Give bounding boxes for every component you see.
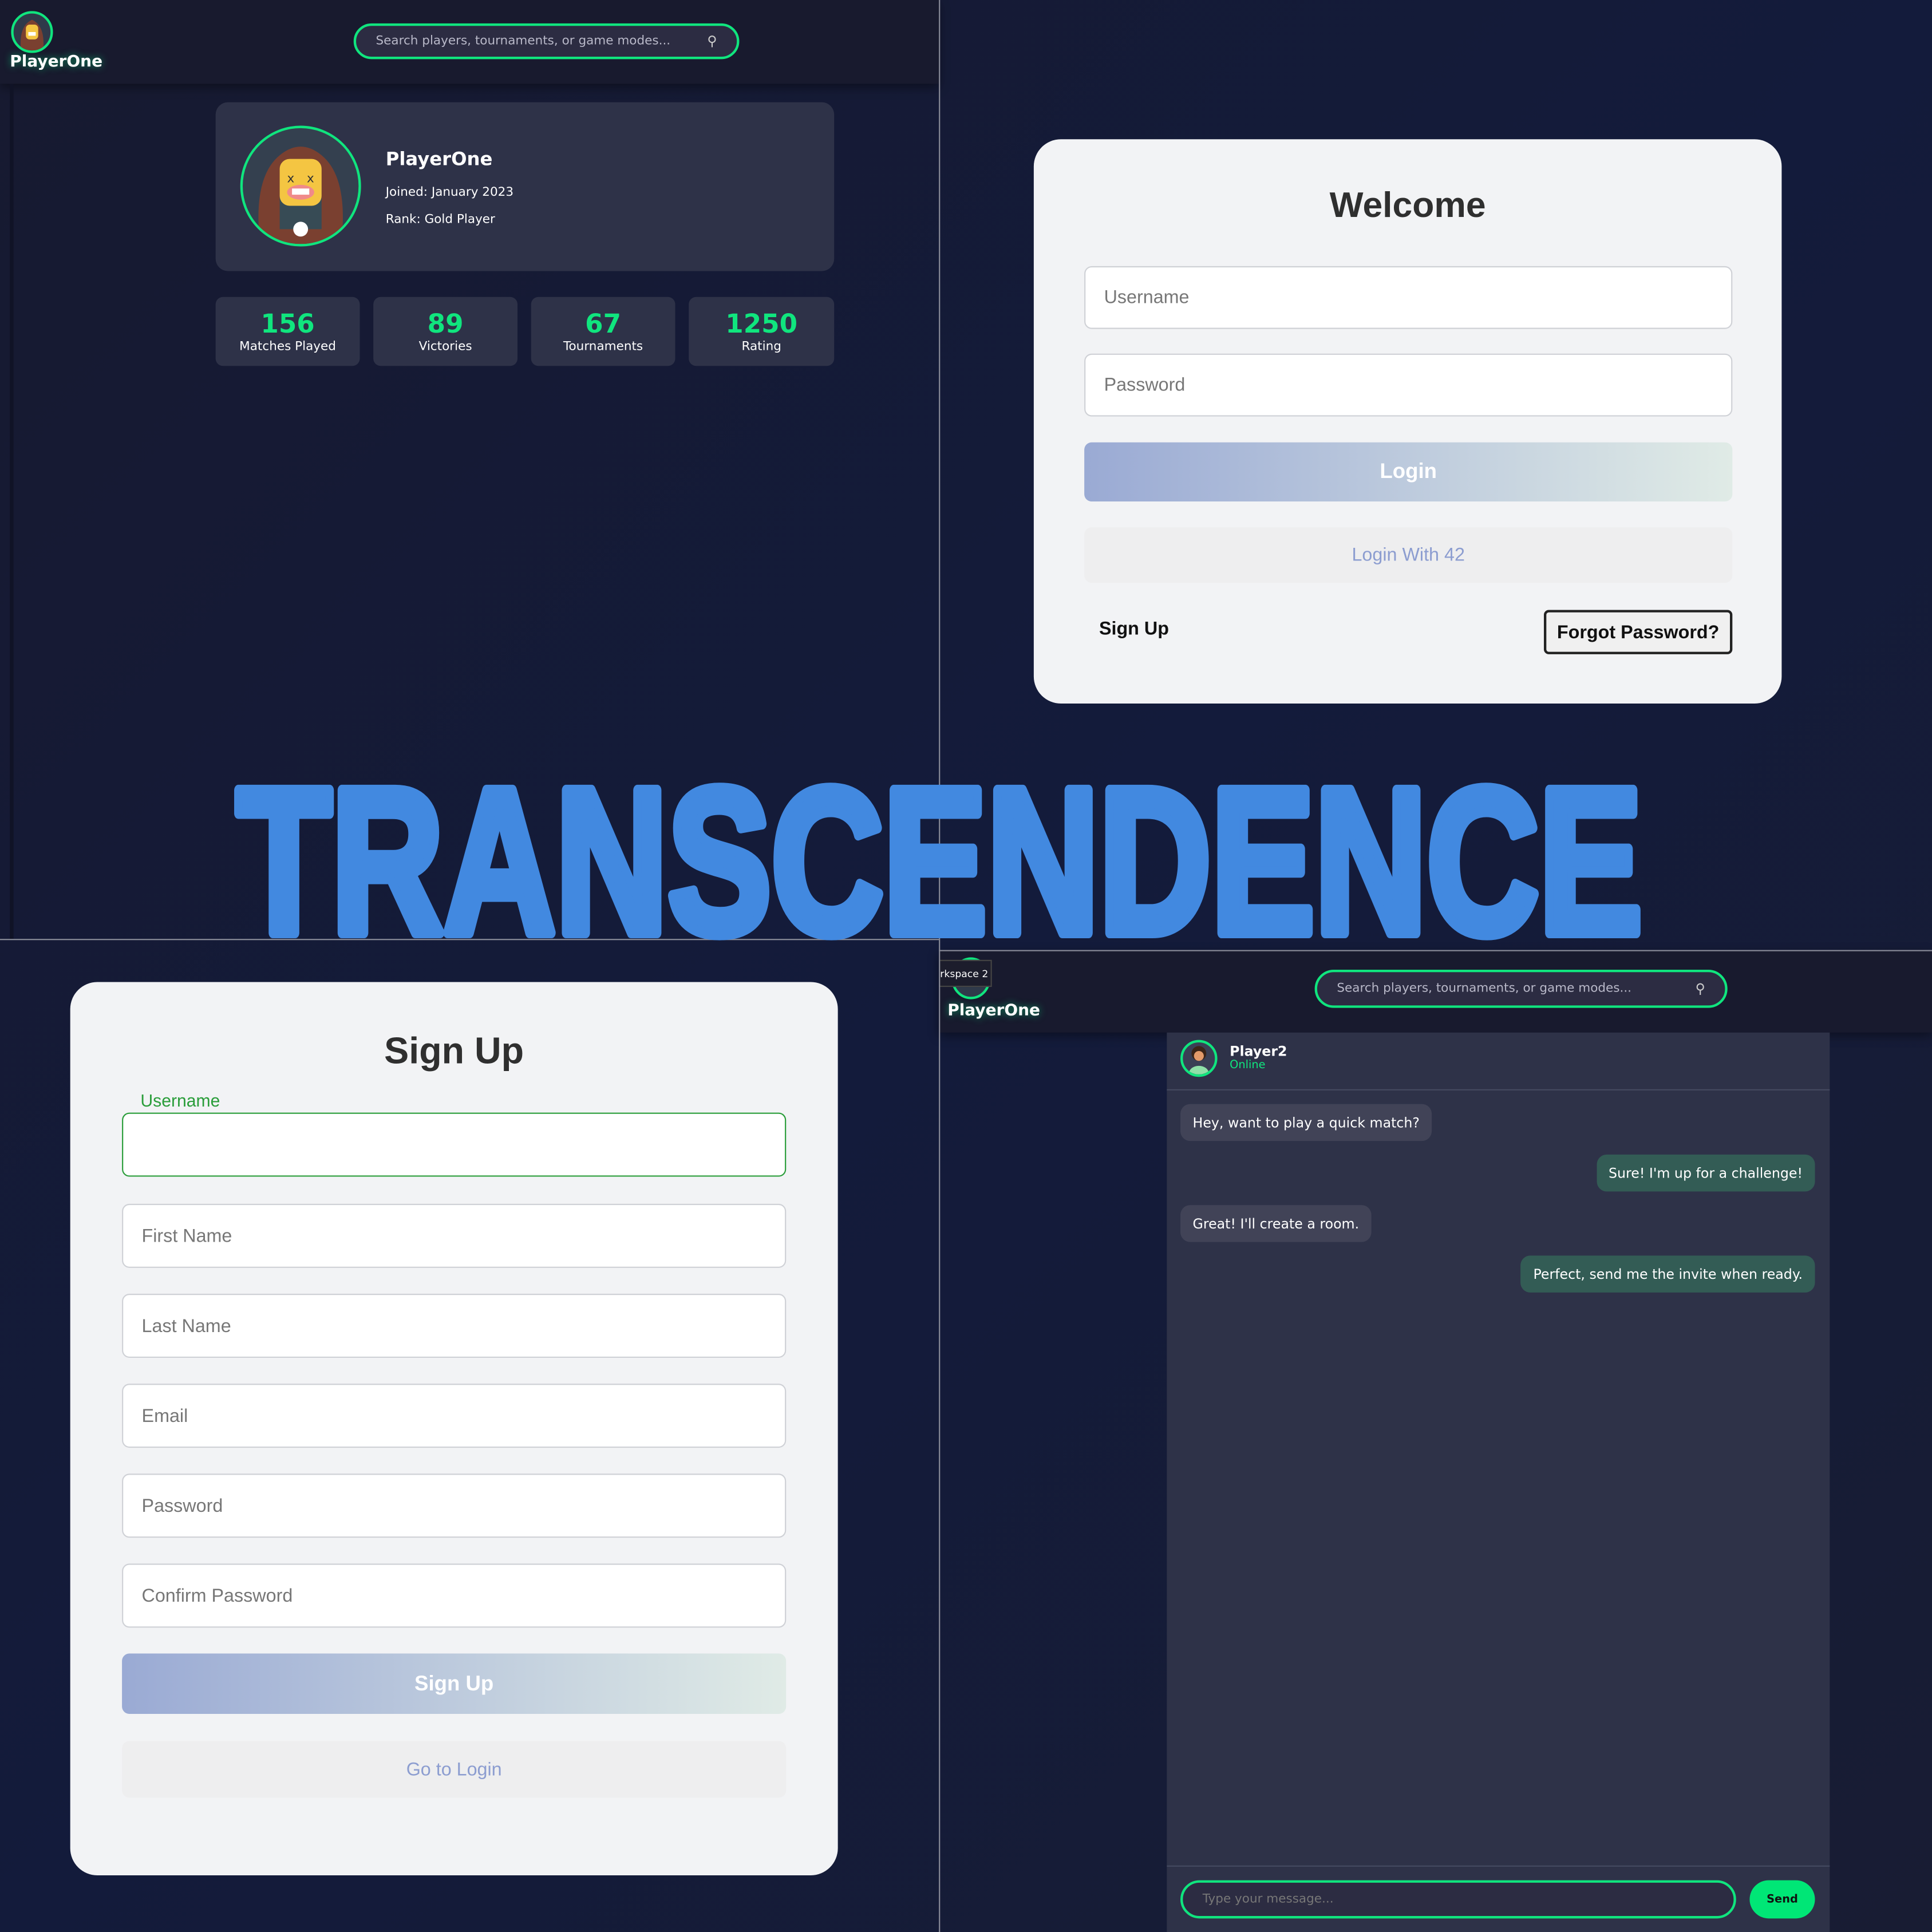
message-sent: Perfect, send me the invite when ready. xyxy=(1520,1255,1815,1293)
login-title: Welcome xyxy=(1329,186,1486,226)
contact-avatar xyxy=(1180,1040,1218,1077)
profile-rank: Rank: Gold Player xyxy=(385,213,495,227)
signup-button[interactable]: Sign Up xyxy=(122,1653,787,1714)
svg-text:x: x xyxy=(287,172,295,186)
email-input[interactable]: Email xyxy=(122,1384,787,1448)
contact-status: Online xyxy=(1230,1060,1266,1072)
collage: PlayerOne Search players, tournaments, o… xyxy=(0,0,1932,1932)
logo-name[interactable]: PlayerOne xyxy=(947,1002,1040,1020)
magnifier-icon[interactable]: ⚲ xyxy=(1696,981,1705,997)
profile-card: xx PlayerOne Joined: January 2023 Rank: … xyxy=(215,102,835,271)
password-input[interactable]: Password xyxy=(1084,353,1733,417)
quadrant-divider xyxy=(939,0,941,1932)
stat-card: 89 Victories xyxy=(373,297,518,366)
search-input[interactable]: Search players, tournaments, or game mod… xyxy=(1314,969,1728,1008)
stat-card: 67 Tournaments xyxy=(531,297,675,366)
stat-value: 89 xyxy=(427,309,464,339)
divider xyxy=(1167,1865,1830,1867)
signup-card: Sign Up Username First Name Last Name Em… xyxy=(70,982,838,1875)
first-name-input[interactable]: First Name xyxy=(122,1203,787,1268)
message-input[interactable]: Type your message... xyxy=(1180,1880,1736,1919)
svg-text:x: x xyxy=(307,172,314,186)
username-input[interactable]: Username xyxy=(1084,266,1733,329)
username-input[interactable] xyxy=(122,1112,787,1177)
search-input[interactable]: Search players, tournaments, or game mod… xyxy=(353,23,740,60)
stat-value: 1250 xyxy=(725,309,798,339)
banner-title: TRANSCENDENCE xyxy=(231,740,1648,961)
stat-card: 1250 Rating xyxy=(689,297,835,366)
stat-label: Tournaments xyxy=(563,340,643,354)
profile-joined: Joined: January 2023 xyxy=(385,186,514,200)
search-placeholder: Search players, tournaments, or game mod… xyxy=(376,34,671,48)
login-42-button[interactable]: Login With 42 xyxy=(1084,527,1733,583)
login-card: Welcome Username Password Login Login Wi… xyxy=(1033,139,1782,704)
message-received: Hey, want to play a quick match? xyxy=(1180,1104,1432,1141)
contact-name: Player2 xyxy=(1230,1044,1287,1060)
password-input[interactable]: Password xyxy=(122,1473,787,1538)
signup-title: Sign Up xyxy=(384,1031,524,1072)
message-placeholder: Type your message... xyxy=(1202,1893,1334,1906)
send-button[interactable]: Send xyxy=(1749,1880,1815,1919)
signup-link[interactable]: Sign Up xyxy=(1099,619,1169,640)
last-name-input[interactable]: Last Name xyxy=(122,1294,787,1358)
username-label: Username xyxy=(134,1090,227,1111)
stat-value: 156 xyxy=(260,309,315,339)
magnifier-icon[interactable]: ⚲ xyxy=(707,33,717,49)
banner-text: TRANSCENDENCE xyxy=(236,745,1642,961)
search-placeholder: Search players, tournaments, or game mod… xyxy=(1337,982,1632,996)
stat-label: Rating xyxy=(741,340,781,354)
workspace-tooltip: rkspace 2 xyxy=(939,959,992,987)
message-sent: Sure! I'm up for a challenge! xyxy=(1596,1154,1815,1192)
logo-name[interactable]: PlayerOne xyxy=(10,53,102,72)
stat-card: 156 Matches Played xyxy=(215,297,360,366)
confirm-password-input[interactable]: Confirm Password xyxy=(122,1563,787,1628)
chat-panel: Player2 Online Hey, want to play a quick… xyxy=(1167,1032,1830,1932)
goto-login-button[interactable]: Go to Login xyxy=(122,1741,787,1798)
stat-label: Matches Played xyxy=(239,340,336,354)
logo-avatar[interactable] xyxy=(11,11,53,53)
profile-name: PlayerOne xyxy=(385,148,493,171)
forgot-password-button[interactable]: Forgot Password? xyxy=(1543,610,1733,654)
profile-avatar: xx xyxy=(240,125,361,247)
stat-label: Victories xyxy=(418,340,472,354)
login-button[interactable]: Login xyxy=(1084,442,1733,502)
message-received: Great! I'll create a room. xyxy=(1180,1205,1372,1242)
divider xyxy=(1167,1089,1830,1091)
stat-value: 67 xyxy=(585,309,622,339)
